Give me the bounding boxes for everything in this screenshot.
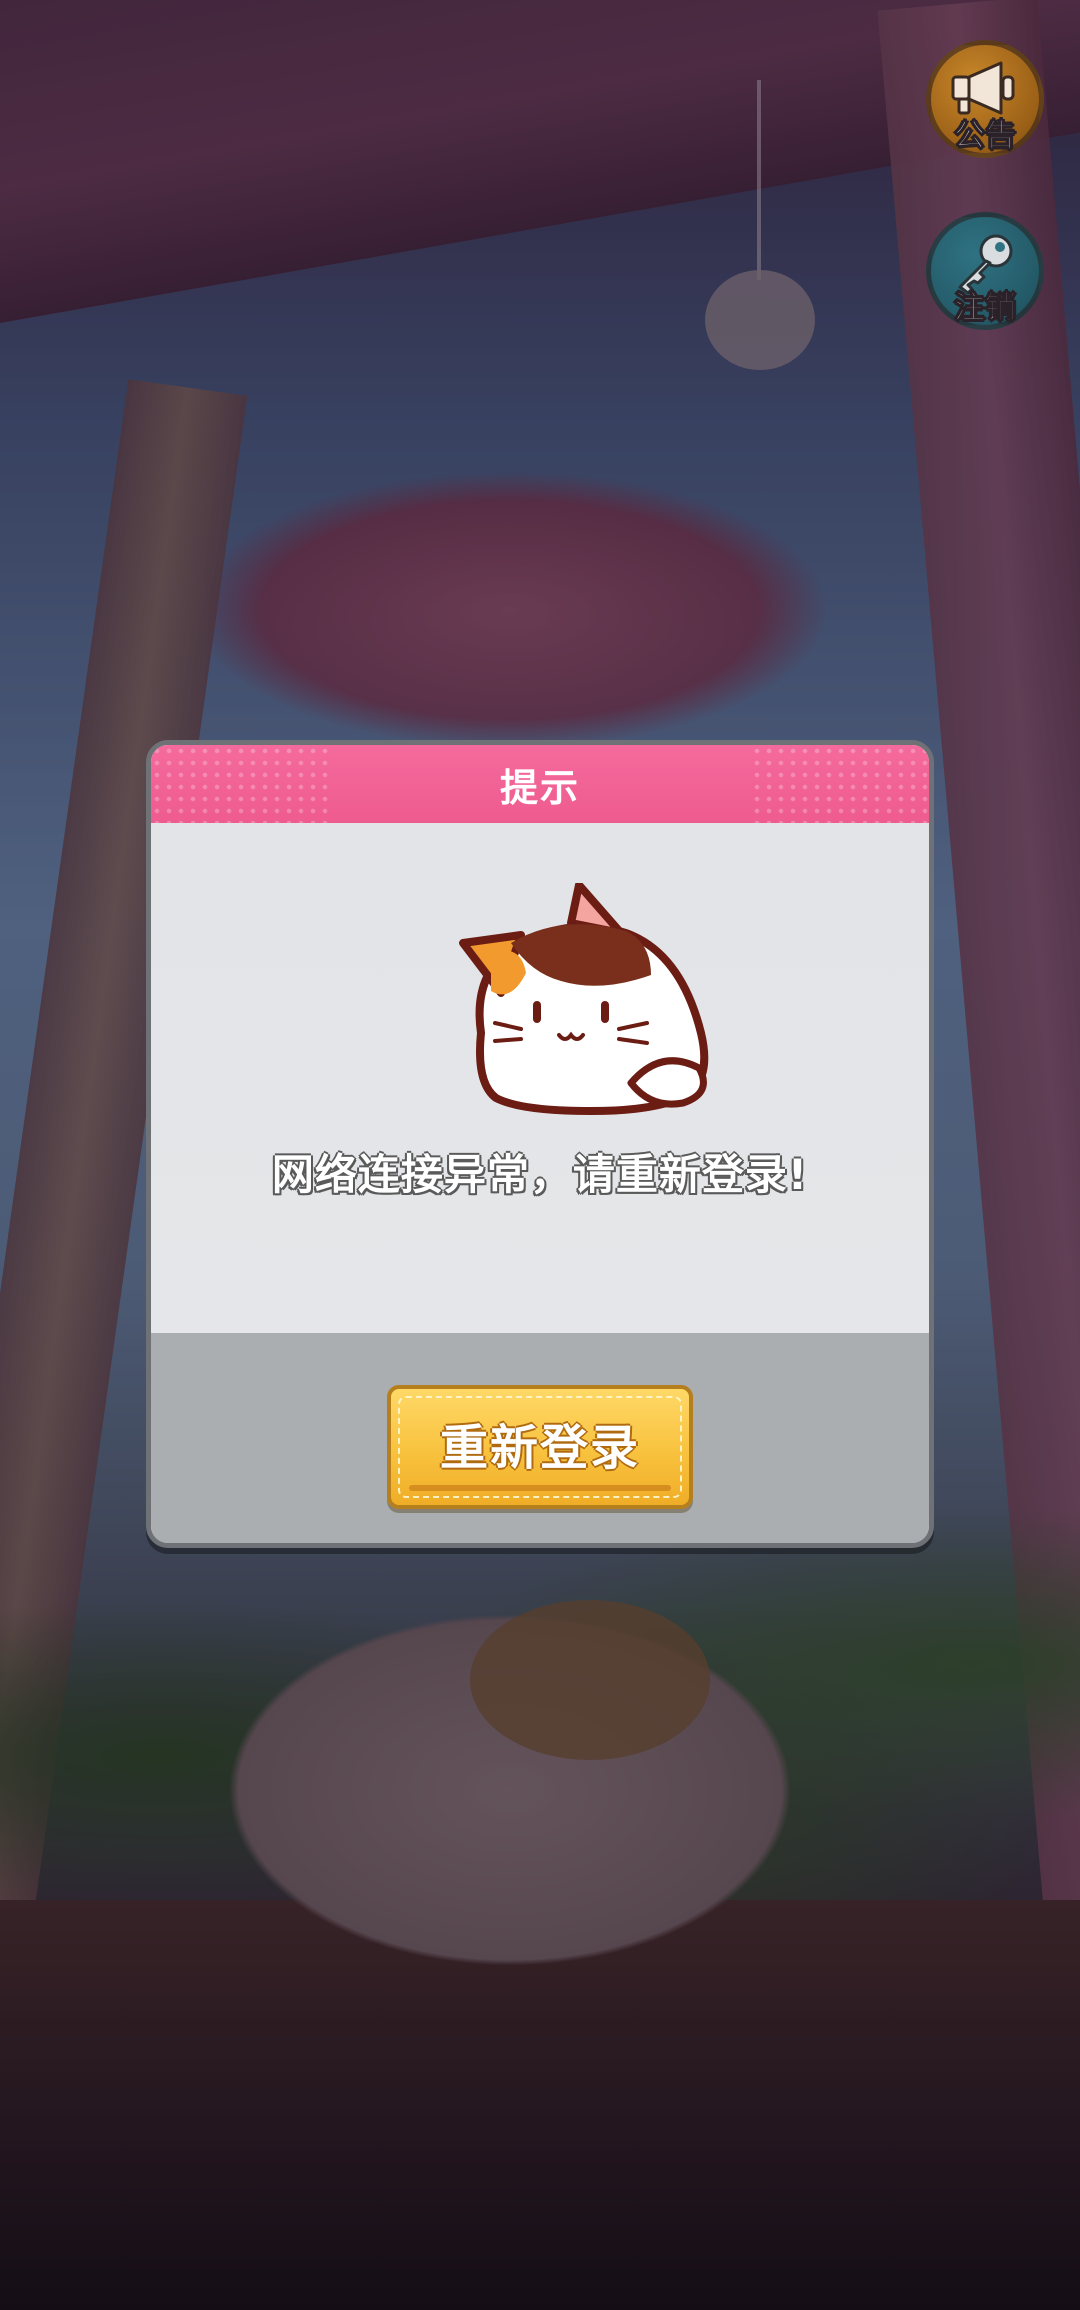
dialog-footer: 重新登录 xyxy=(151,1333,929,1543)
alert-dialog: 提示 网络连接异常，请重新登录! 重新登录 xyxy=(146,740,934,1548)
error-message: 网络连接异常，请重新登录! xyxy=(271,1150,809,1199)
dialog-body: 网络连接异常，请重新登录! xyxy=(151,823,929,1333)
dialog-header: 提示 xyxy=(151,745,929,823)
calico-cat-icon xyxy=(459,883,709,1115)
relogin-label: 重新登录 xyxy=(439,1420,640,1476)
logout-label: 注销 xyxy=(954,290,1017,327)
dialog-title: 提示 xyxy=(499,765,580,810)
logout-button[interactable]: 注销 xyxy=(926,212,1044,330)
announcement-button[interactable]: 公告 xyxy=(926,40,1044,158)
relogin-button[interactable]: 重新登录 xyxy=(387,1385,693,1509)
game-screen: 公告 注销 提示 网络连接异常，请重新登录! 重新登录 xyxy=(0,0,1080,2310)
announcement-label: 公告 xyxy=(954,118,1017,155)
